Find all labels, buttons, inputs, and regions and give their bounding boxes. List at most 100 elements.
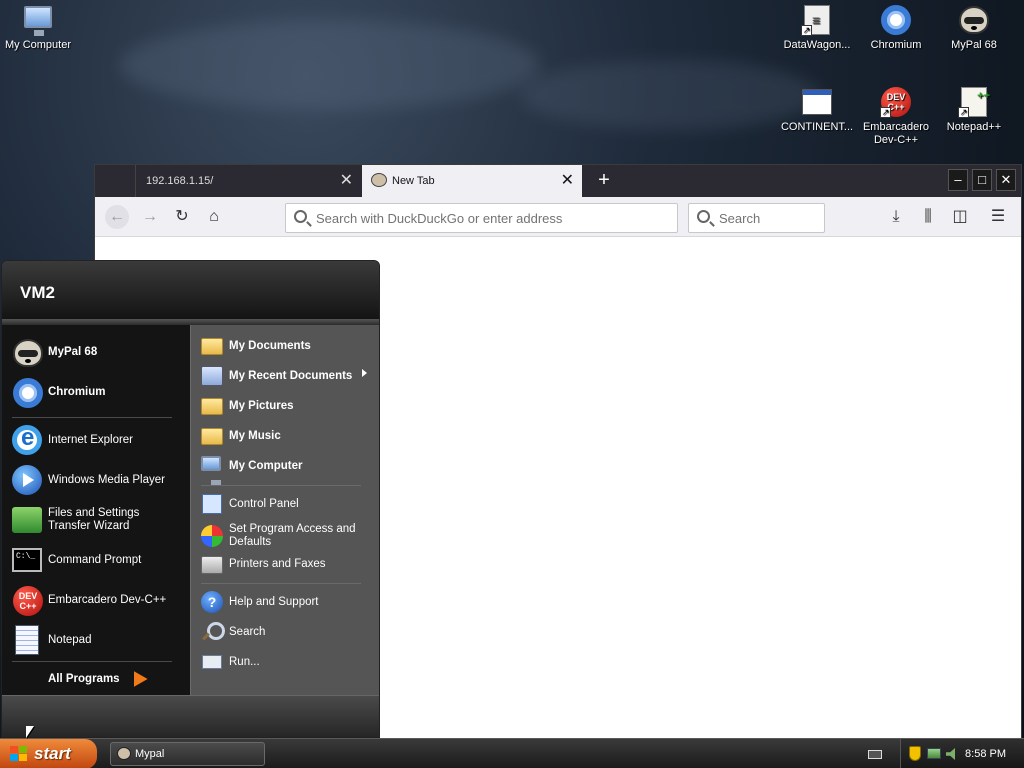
start-item-help[interactable]: ? Help and Support	[201, 591, 319, 613]
search-icon	[697, 210, 710, 223]
forward-arrow-icon[interactable]: →	[138, 205, 162, 229]
mypal-favicon-icon	[371, 173, 387, 187]
start-item-my-pictures[interactable]: My Pictures	[201, 395, 294, 417]
close-tab-icon[interactable]: ✕	[561, 165, 574, 197]
chromium-icon	[12, 377, 43, 408]
separator	[12, 417, 172, 418]
navigation-toolbar: ← → ↻ ⌂ ⤓ ⫼ ◫ ☰	[95, 197, 1021, 237]
submenu-arrow-icon	[362, 369, 367, 377]
start-item-devcpp[interactable]: DEV C++ Embarcadero Dev-C++	[12, 585, 167, 616]
tab-ip-address[interactable]: 192.168.1.15/ ✕	[135, 165, 361, 197]
search-bar[interactable]	[688, 203, 825, 233]
folder-icon	[201, 395, 223, 417]
start-item-label: My Computer	[229, 459, 303, 472]
desktop-icon-label: Notepad++	[946, 121, 1002, 133]
desktop-icon-mypal[interactable]: MyPal 68	[934, 4, 1014, 52]
desktop-icon-devcpp[interactable]: DEV C++ ↗ Embarcadero Dev-C++	[856, 86, 936, 147]
printer-icon	[201, 553, 223, 575]
folder-icon	[201, 425, 223, 447]
all-programs-label: All Programs	[48, 672, 120, 685]
start-item-chromium[interactable]: Chromium	[12, 377, 106, 408]
start-item-media-player[interactable]: Windows Media Player	[12, 465, 165, 495]
separator	[12, 661, 172, 662]
desktop-icon-label: DataWagon...	[783, 39, 851, 51]
notepadpp-icon: ↗	[958, 86, 990, 118]
application-window-icon	[801, 86, 833, 118]
url-input[interactable]	[316, 204, 666, 232]
search-input[interactable]	[719, 204, 819, 232]
address-bar[interactable]	[285, 203, 678, 233]
keyboard-icon[interactable]	[868, 750, 882, 759]
download-icon[interactable]: ⤓	[884, 205, 908, 229]
mypal-icon	[958, 4, 990, 36]
start-item-label: Run...	[229, 655, 260, 668]
transfer-wizard-icon	[12, 505, 42, 535]
minimize-icon[interactable]: –	[948, 169, 968, 191]
start-item-search[interactable]: Search	[201, 621, 265, 643]
notepad-icon	[12, 625, 42, 655]
sidebar-icon[interactable]: ◫	[948, 205, 972, 229]
mypal-icon	[12, 337, 43, 367]
close-window-icon[interactable]: ✕	[996, 169, 1016, 191]
start-item-run[interactable]: Run...	[201, 651, 260, 673]
start-item-label: Set Program Access and Defaults	[229, 523, 356, 548]
start-item-my-computer[interactable]: My Computer	[201, 455, 303, 486]
desktop-icon-datawagon[interactable]: ↗ DataWagon...	[777, 4, 857, 52]
tab-label: 192.168.1.15/	[146, 175, 214, 187]
library-icon[interactable]: ⫼	[916, 205, 940, 229]
desktop-icon-label: Chromium	[870, 39, 922, 51]
new-tab-plus-icon[interactable]: +	[595, 165, 613, 195]
start-item-notepad[interactable]: Notepad	[12, 625, 91, 655]
desktop-icon-my-computer[interactable]: My Computer	[0, 4, 78, 52]
clock[interactable]: 8:58 PM	[965, 739, 1006, 768]
security-shield-icon[interactable]	[909, 746, 921, 761]
start-item-control-panel[interactable]: Control Panel	[201, 493, 299, 515]
program-access-icon	[201, 525, 223, 547]
control-panel-icon	[201, 493, 223, 515]
wallpaper-cloud	[520, 60, 820, 130]
internet-explorer-icon	[12, 424, 42, 455]
start-item-label: Embarcadero Dev-C++	[48, 593, 167, 606]
media-player-icon	[12, 465, 42, 495]
start-item-printers[interactable]: Printers and Faxes	[201, 553, 326, 575]
home-icon[interactable]: ⌂	[202, 205, 226, 229]
network-icon[interactable]	[927, 748, 941, 759]
desktop-icon-continent[interactable]: CONTINENT...	[777, 86, 857, 134]
devcpp-icon: DEV C++ ↗	[880, 86, 912, 118]
volume-icon[interactable]	[946, 748, 955, 760]
start-button[interactable]: start	[0, 739, 97, 768]
tab-new-tab[interactable]: New Tab ✕	[362, 165, 582, 197]
start-item-label: Search	[229, 625, 266, 638]
all-programs-button[interactable]: All Programs	[42, 671, 148, 687]
help-icon: ?	[201, 591, 223, 613]
tab-label: New Tab	[392, 175, 435, 187]
desktop-icon-notepadpp[interactable]: ↗ Notepad++	[934, 86, 1014, 134]
menu-hamburger-icon[interactable]: ☰	[986, 205, 1010, 229]
start-menu-programs: MyPal 68 Chromium Internet Explorer Wind…	[2, 325, 190, 697]
taskbar-item-mypal[interactable]: Mypal	[110, 742, 265, 766]
start-item-command-prompt[interactable]: C:\_ Command Prompt	[12, 545, 141, 575]
start-menu: VM2 MyPal 68 Chromium Internet Explorer …	[1, 260, 380, 738]
start-item-transfer-wizard[interactable]: Files and Settings Transfer Wizard	[12, 505, 182, 535]
close-tab-icon[interactable]: ✕	[340, 165, 353, 197]
start-item-my-documents[interactable]: My Documents	[201, 335, 311, 357]
maximize-icon[interactable]: □	[972, 169, 992, 191]
command-prompt-icon: C:\_	[12, 545, 42, 575]
tab-bar: 192.168.1.15/ ✕ New Tab ✕ + – □ ✕	[95, 165, 1021, 197]
start-item-program-access[interactable]: Set Program Access and Defaults	[201, 523, 361, 549]
start-menu-places: My Documents My Recent Documents My Pict…	[190, 325, 379, 697]
start-item-internet-explorer[interactable]: Internet Explorer	[12, 424, 133, 455]
back-arrow-icon[interactable]: ←	[105, 205, 129, 229]
desktop-icon-label: MyPal 68	[951, 39, 997, 51]
desktop-icon-chromium[interactable]: Chromium	[856, 4, 936, 52]
devcpp-icon: DEV C++	[12, 585, 43, 616]
folder-icon	[201, 335, 223, 357]
start-item-label: MyPal 68	[48, 345, 98, 358]
start-item-recent-documents[interactable]: My Recent Documents	[201, 365, 377, 387]
start-item-my-music[interactable]: My Music	[201, 425, 281, 447]
start-item-mypal[interactable]: MyPal 68	[12, 337, 97, 367]
reload-icon[interactable]: ↻	[170, 205, 194, 229]
start-label: start	[34, 744, 71, 763]
start-item-label: Control Panel	[229, 497, 299, 510]
taskbar: start Mypal 8:58 PM	[0, 738, 1024, 768]
